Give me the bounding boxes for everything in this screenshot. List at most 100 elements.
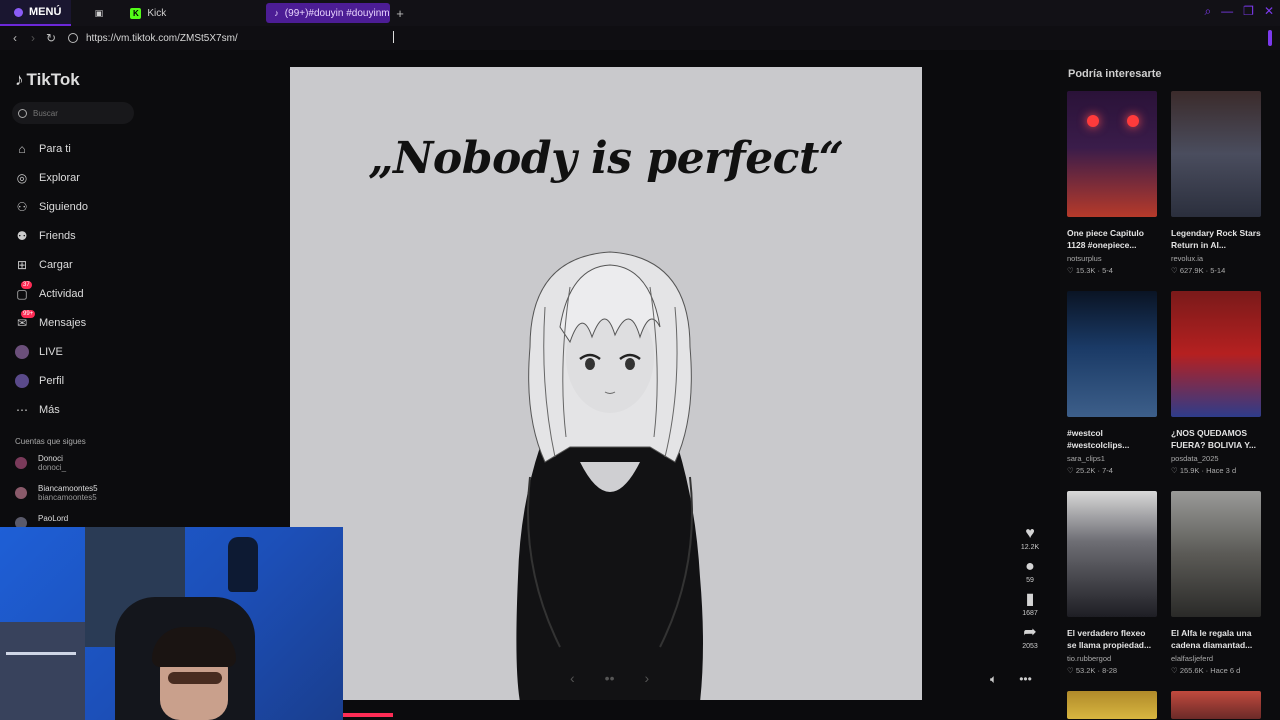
- following-account[interactable]: Biancamoontes5 biancamoontes5: [15, 484, 98, 514]
- maximize-icon[interactable]: ❐: [1243, 4, 1254, 19]
- carousel-nav: ‹ •• ›: [570, 670, 649, 686]
- card-date: 5-14: [1210, 266, 1226, 275]
- url-text: https://vm.tiktok.com/ZMSt5X7sm/: [86, 32, 238, 44]
- carousel-dots-icon: ••: [604, 670, 615, 686]
- prev-image-icon[interactable]: ‹: [570, 670, 575, 686]
- activity-icon: ▢ 37: [16, 280, 32, 301]
- following-section-title: Cuentas que sigues: [15, 437, 86, 446]
- sidebar-item-cargar[interactable]: ⊞ Cargar: [15, 250, 88, 279]
- tab-label: Kick: [147, 7, 167, 19]
- activity-badge: 37: [21, 280, 32, 289]
- card-views: 15.9K: [1179, 466, 1200, 475]
- save-action[interactable]: ▮ 1687: [1022, 591, 1038, 617]
- video-player[interactable]: „Nobody is perfect“ ‹ •• ›: [290, 67, 922, 700]
- sidebar-item-siguiendo[interactable]: ⚇ Siguiendo: [15, 192, 88, 221]
- sidebar-item-explorar[interactable]: ◎ Explorar: [15, 163, 88, 192]
- share-action[interactable]: ➦ 2053: [1022, 624, 1038, 650]
- comment-action[interactable]: ● 59: [1025, 558, 1035, 584]
- suggestion-card[interactable]: ¿NOS QUEDAMOS FUERA? BOLIVIA Y... posdat…: [1171, 291, 1261, 481]
- suggestion-card[interactable]: [1171, 691, 1261, 719]
- video-thumbnail[interactable]: [1171, 91, 1261, 217]
- home-icon: ⌂: [18, 141, 26, 156]
- avatar: [15, 457, 27, 469]
- card-meta: ♡ 25.2K · 7-4: [1067, 466, 1113, 475]
- share-icon: ➦: [1023, 624, 1037, 641]
- card-date: 8-28: [1102, 666, 1118, 675]
- sidebar-item-para-ti[interactable]: ⌂ Para ti: [15, 134, 88, 163]
- webcam-background: [0, 622, 85, 720]
- sidebar-item-friends[interactable]: ⚉ Friends: [15, 221, 88, 250]
- close-icon[interactable]: ✕: [1264, 4, 1274, 19]
- new-tab-button[interactable]: +: [396, 6, 404, 21]
- bookmark-icon: ▮: [1025, 591, 1035, 608]
- account-name: Biancamoontes5: [38, 484, 98, 493]
- card-title: ¿NOS QUEDAMOS FUERA? BOLIVIA Y...: [1171, 428, 1257, 450]
- suggestion-card[interactable]: One piece Capitulo 1128 #onepiece... not…: [1067, 91, 1157, 281]
- following-account[interactable]: Donoci donoci_: [15, 454, 98, 484]
- suggestion-card[interactable]: El verdadero flexeo se llama propiedad..…: [1067, 491, 1157, 681]
- video-thumbnail[interactable]: [1171, 291, 1261, 417]
- card-user: elalfasljeferd: [1171, 654, 1214, 663]
- video-quote-text: „Nobody is perfect“: [368, 133, 844, 184]
- share-count: 2053: [1022, 643, 1038, 650]
- comment-count: 59: [1026, 577, 1034, 584]
- search-input[interactable]: [33, 108, 123, 118]
- suggestions-panel: Podría interesarte One piece Capitulo 11…: [1060, 50, 1280, 720]
- card-meta: ♡ 627.9K · 5-14: [1171, 266, 1226, 275]
- following-icon: ⚇: [16, 199, 28, 214]
- video-thumbnail[interactable]: [1171, 491, 1261, 617]
- browser-menu-button[interactable]: MENÚ: [0, 0, 72, 26]
- profile-avatar: [15, 373, 29, 388]
- suggestion-card[interactable]: [1067, 691, 1157, 719]
- sidebar-item-live[interactable]: LIVE: [15, 337, 88, 366]
- forward-icon[interactable]: ›: [24, 31, 42, 45]
- next-image-icon[interactable]: ›: [644, 670, 649, 686]
- sidebar-item-label: LIVE: [39, 345, 63, 358]
- card-meta: ♡ 15.3K · 5-4: [1067, 266, 1113, 275]
- url-field[interactable]: https://vm.tiktok.com/ZMSt5X7sm/: [68, 33, 238, 44]
- media-icon: ▣: [94, 7, 104, 18]
- card-date: 7-4: [1102, 466, 1113, 475]
- sidebar-toggle[interactable]: [1268, 30, 1272, 46]
- reload-icon[interactable]: ↻: [42, 31, 60, 45]
- logo-text: TikTok: [26, 70, 80, 89]
- globe-icon: [68, 33, 78, 43]
- account-username: donoci_: [38, 463, 67, 472]
- browser-tab-bar: MENÚ ▣ K Kick ♪ (99+)#douyin #douyinma +…: [0, 0, 1280, 26]
- card-views: 627.9K: [1179, 266, 1204, 275]
- sidebar-item-label: Cargar: [39, 258, 73, 271]
- webcam-overlay: [0, 527, 343, 720]
- more-options-icon[interactable]: •••: [1019, 672, 1032, 687]
- suggestion-card[interactable]: Legendary Rock Stars Return in AI... rev…: [1171, 91, 1261, 281]
- video-thumbnail[interactable]: [1067, 91, 1157, 217]
- card-user: revolux.ia: [1171, 254, 1204, 263]
- sidebar-item-mensajes[interactable]: ✉ 99+ Mensajes: [15, 308, 88, 337]
- video-thumbnail[interactable]: [1067, 291, 1157, 417]
- card-user: sara_clips1: [1067, 454, 1105, 463]
- tab-tiktok[interactable]: ♪ (99+)#douyin #douyinma: [266, 3, 391, 23]
- suggestion-card[interactable]: El Alfa le regala una cadena diamantad..…: [1171, 491, 1261, 681]
- card-date: Hace 6 d: [1210, 666, 1241, 675]
- video-thumbnail[interactable]: [1171, 691, 1261, 719]
- volume-icon[interactable]: 🔈︎: [990, 672, 997, 687]
- card-views: 15.3K: [1075, 266, 1096, 275]
- tiktok-logo[interactable]: ♪ TikTok: [15, 70, 80, 90]
- search-box[interactable]: [12, 102, 134, 124]
- sidebar-item-actividad[interactable]: ▢ 37 Actividad: [15, 279, 88, 308]
- sidebar-item-perfil[interactable]: Perfil: [15, 366, 88, 395]
- search-icon: [18, 108, 27, 118]
- sidebar-item-mas[interactable]: ⋯ Más: [15, 395, 88, 424]
- card-title: Legendary Rock Stars Return in AI...: [1171, 228, 1261, 250]
- video-thumbnail[interactable]: [1067, 491, 1157, 617]
- like-action[interactable]: ♥ 12.2K: [1021, 525, 1039, 551]
- anime-girl-illustration: [516, 251, 703, 700]
- tab-label: (99+)#douyin #douyinma: [284, 7, 391, 19]
- video-actions: ♥ 12.2K ● 59 ▮ 1687 ➦ 2053: [1014, 525, 1046, 657]
- tab-kick[interactable]: K Kick: [122, 3, 174, 23]
- tab-media[interactable]: ▣: [85, 3, 118, 23]
- back-icon[interactable]: ‹: [6, 31, 24, 45]
- minimize-icon[interactable]: —: [1221, 4, 1233, 19]
- search-icon[interactable]: ⌕: [1204, 4, 1211, 19]
- suggestion-card[interactable]: #westcol #westcolclips... sara_clips1 ♡ …: [1067, 291, 1157, 481]
- video-thumbnail[interactable]: [1067, 691, 1157, 719]
